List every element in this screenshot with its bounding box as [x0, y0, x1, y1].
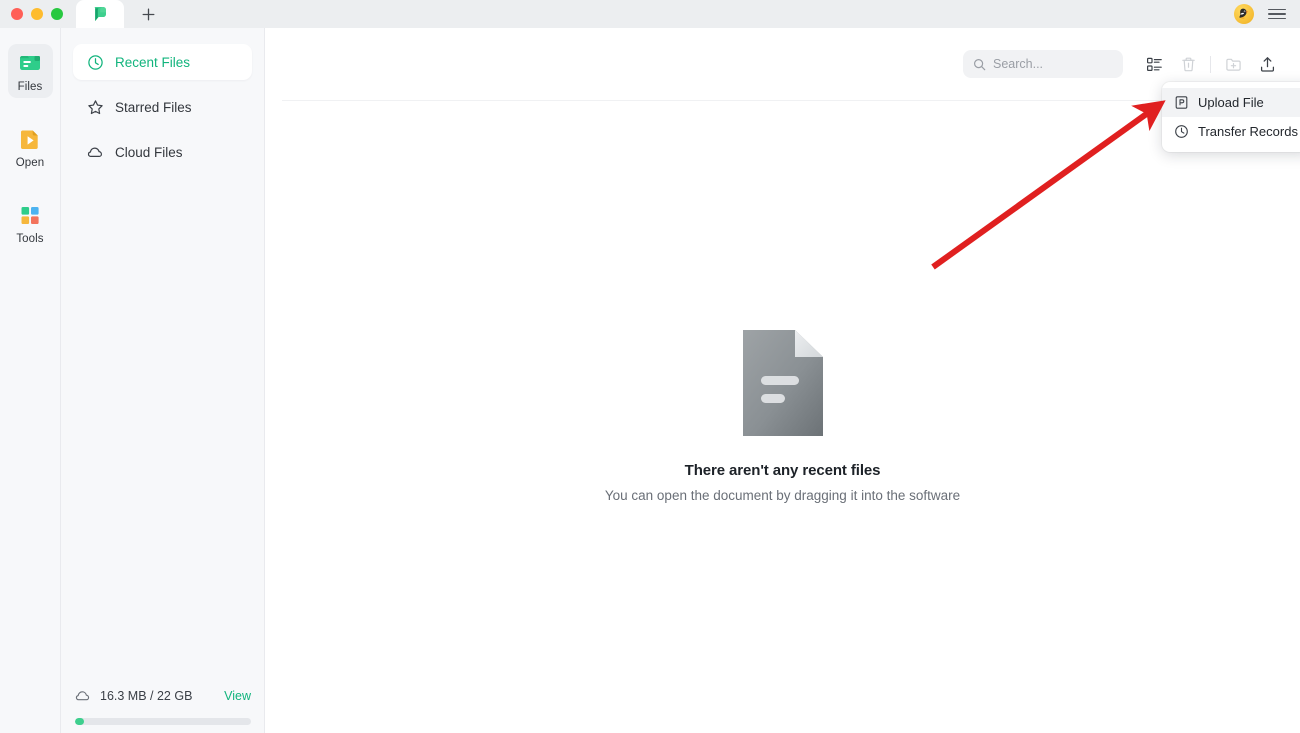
- toolbar-divider-line: [282, 100, 1282, 101]
- new-folder-icon: [1225, 58, 1241, 71]
- minimize-window-button[interactable]: [31, 8, 43, 20]
- storage-progress-bar: [75, 718, 251, 725]
- clock-icon: [88, 54, 103, 70]
- search-box[interactable]: Search...: [963, 50, 1123, 78]
- rail-item-label: Open: [15, 157, 45, 169]
- list-view-button[interactable]: [1137, 49, 1171, 79]
- sidebar-item-label: Starred Files: [115, 99, 192, 115]
- cloud-icon: [87, 147, 102, 157]
- storage-indicator: 16.3 MB / 22 GB View: [61, 682, 265, 733]
- new-folder-button[interactable]: [1216, 49, 1250, 79]
- search-icon: [973, 58, 986, 70]
- search-input[interactable]: Search...: [993, 57, 1043, 71]
- app-logo-icon: [94, 7, 106, 21]
- plus-icon: [142, 8, 154, 20]
- upload-dropdown-menu: Upload File Transfer Records: [1162, 82, 1300, 152]
- delete-button[interactable]: [1171, 49, 1205, 79]
- content-toolbar: Search...: [265, 28, 1300, 100]
- tools-icon: [21, 207, 39, 224]
- document-p-icon: [1175, 96, 1188, 109]
- menu-item-label: Upload File: [1198, 95, 1264, 110]
- upload-button[interactable]: [1250, 49, 1284, 79]
- rail-item-tools[interactable]: Tools: [8, 196, 53, 250]
- sidebar-item-starred-files[interactable]: Starred Files: [73, 89, 252, 125]
- cloud-icon: [75, 691, 90, 701]
- clock-icon: [1175, 125, 1188, 138]
- open-icon: [21, 130, 38, 149]
- app-window: Files Open Tools Recent Files Starred Fi…: [0, 0, 1300, 733]
- title-bar: [0, 0, 1300, 28]
- maximize-window-button[interactable]: [51, 8, 63, 20]
- sidebar-item-cloud-files[interactable]: Cloud Files: [73, 134, 252, 170]
- star-icon: [88, 99, 103, 114]
- storage-usage-text: 16.3 MB / 22 GB: [100, 689, 193, 703]
- list-view-icon: [1146, 57, 1162, 71]
- sidebar-item-label: Recent Files: [115, 54, 191, 70]
- traffic-lights: [0, 0, 76, 28]
- menu-item-label: Transfer Records: [1198, 124, 1298, 139]
- upload-icon: [1260, 56, 1274, 72]
- sidebar-item-label: Cloud Files: [115, 144, 183, 160]
- trash-icon: [1181, 57, 1195, 71]
- primary-nav-rail: Files Open Tools: [0, 28, 61, 733]
- menu-item-upload-file[interactable]: Upload File: [1162, 88, 1300, 117]
- toolbar-divider: [1210, 55, 1211, 73]
- storage-view-link[interactable]: View: [224, 689, 251, 703]
- title-bar-actions: [1234, 0, 1300, 28]
- files-icon: [20, 56, 40, 70]
- browser-tab-active[interactable]: [76, 0, 124, 28]
- secondary-sidebar: Recent Files Starred Files Cloud Files 1…: [61, 28, 265, 733]
- sidebar-item-recent-files[interactable]: Recent Files: [73, 44, 252, 80]
- empty-state-subtitle: You can open the document by dragging it…: [604, 488, 961, 503]
- rail-item-open[interactable]: Open: [8, 120, 53, 174]
- rail-item-label: Tools: [16, 233, 44, 245]
- close-window-button[interactable]: [11, 8, 23, 20]
- document-placeholder-icon: [742, 330, 823, 436]
- puffin-avatar[interactable]: [1234, 4, 1254, 24]
- empty-state: There aren't any recent files You can op…: [265, 328, 1300, 503]
- empty-state-title: There aren't any recent files: [684, 462, 881, 479]
- puffin-icon: [1239, 8, 1249, 19]
- menu-item-transfer-records[interactable]: Transfer Records: [1162, 117, 1300, 146]
- new-tab-button[interactable]: [124, 0, 172, 28]
- storage-progress-fill: [75, 718, 84, 725]
- rail-item-label: Files: [17, 81, 43, 93]
- hamburger-menu-icon[interactable]: [1268, 8, 1286, 20]
- rail-item-files[interactable]: Files: [7, 44, 53, 98]
- main-content: Search... There aren't any recent files …: [265, 28, 1300, 733]
